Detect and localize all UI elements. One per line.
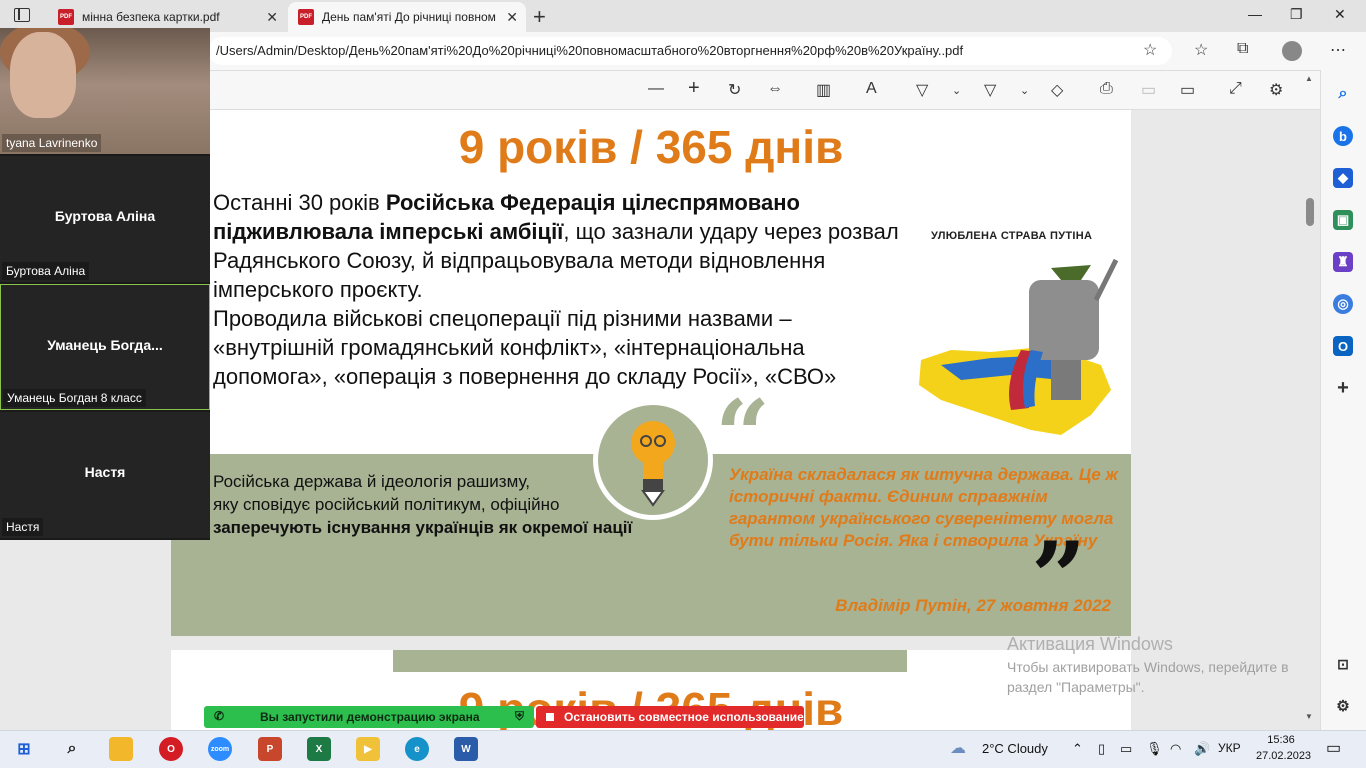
volume-icon[interactable]: 🔊 [1194,741,1210,757]
draw-icon[interactable]: ▽ [916,80,928,100]
close-icon[interactable]: ✕ [506,9,518,26]
meat-grinder-illustration [919,258,1119,435]
taskbar-clock[interactable]: 15:36 27.02.2023 [1256,732,1311,764]
battery-icon[interactable]: ▭ [1120,741,1132,757]
tab-actions-icon[interactable] [14,8,30,22]
save-as-icon[interactable]: ▭ [1180,80,1195,100]
language-indicator[interactable]: УКР [1218,741,1241,755]
close-window-icon[interactable]: ✕ [1334,6,1346,23]
share-status-banner[interactable]: ✆ Вы запустили демонстрацию экрана ⛨ [204,706,534,728]
shield-icon: ⛨ [514,709,524,723]
self-video-tile[interactable]: tyana Lavrinenko [0,28,210,154]
ideology-paragraph: Російська держава й ідеологія рашизму, я… [213,472,633,537]
bing-icon[interactable]: b [1333,126,1353,146]
pdf-icon: PDF [58,9,74,25]
weather-text[interactable]: 2°C Cloudy [982,741,1048,756]
participant-tile[interactable]: Буртова Аліна Буртова Аліна [0,156,210,282]
read-aloud-icon[interactable]: A [866,80,877,98]
chevron-down-icon[interactable]: ⌄ [1020,84,1029,97]
opera-icon[interactable]: O [159,737,183,761]
favorites-icon[interactable]: ☆ [1194,40,1208,60]
tab-memory-day[interactable]: PDF День пам'яті До річниці повном ✕ [288,2,526,32]
intro-paragraph: Останні 30 років Російська Федерація ціл… [213,190,899,389]
close-icon[interactable]: ✕ [266,9,278,26]
activation-watermark-title: Активация Windows [1007,634,1173,654]
stop-share-button[interactable]: Остановить совместное использование [536,706,804,728]
profile-avatar-icon[interactable] [1282,41,1302,61]
media-player-icon[interactable]: ▶ [356,737,380,761]
chevron-up-icon[interactable]: ⌃ [1072,741,1083,757]
favorite-add-icon[interactable]: ☆ [1143,40,1157,60]
games-icon[interactable]: ♜ [1333,252,1353,272]
scroll-thumb[interactable] [1306,198,1314,226]
tools-icon[interactable]: ▣ [1333,210,1353,230]
page-view-icon[interactable]: ▥ [816,80,831,100]
page-title: 9 років / 365 днів [458,121,844,173]
participant-tile-active[interactable]: Уманець Богда... Уманець Богдан 8 класс [0,284,210,410]
save-icon[interactable]: ▭ [1141,80,1156,100]
new-tab-button[interactable]: + [533,4,546,30]
operations-paragraph: Проводила військові спецоперації під різ… [213,306,837,389]
zoom-out-icon[interactable]: — [648,80,664,98]
fit-width-icon[interactable]: ⇔ [767,80,783,98]
address-bar[interactable]: /Users/Admin/Desktop/День%20пам'яті%20До… [208,37,1172,65]
eraser-icon[interactable]: ◇ [1051,80,1063,100]
powerpoint-icon[interactable]: P [258,737,282,761]
microphone-icon[interactable]: 🎙 [1146,741,1163,757]
scroll-up-icon[interactable]: ▲ [1305,74,1313,83]
activation-watermark-text: Чтобы активировать Windows, перейдите в … [1007,659,1289,695]
zoom-icon[interactable]: zoom [208,737,232,761]
quote-author: Владімір Путін, 27 жовтня 2022 [835,596,1111,615]
print-icon[interactable]: ⎙ [1100,80,1113,98]
collections-icon[interactable]: ⧉ [1237,40,1248,58]
fullscreen-icon[interactable]: ⤢ [1229,80,1242,98]
participant-tile[interactable]: Настя Настя [0,412,210,538]
page2-header-bar [393,650,907,672]
wifi-icon[interactable]: ◠ [1170,741,1181,757]
settings-gear-icon[interactable]: ⚙ [1269,80,1283,100]
cloud-icon: ☁ [950,740,966,757]
search-icon[interactable]: ⌕ [60,737,84,761]
highlight-icon[interactable]: ▽ [984,80,996,100]
add-sidebar-icon[interactable]: + [1333,377,1353,399]
phone-icon: ✆ [214,709,225,723]
maximize-icon[interactable]: ❐ [1290,6,1303,23]
scroll-down-icon[interactable]: ▼ [1305,712,1313,721]
shopping-tag-icon[interactable]: ◆ [1333,168,1353,188]
word-icon[interactable]: W [454,737,478,761]
pdf-page: 9 років / 365 днів Останні 30 років Росі… [171,110,1131,636]
zoom-gallery-panel[interactable]: tyana Lavrinenko Буртова Аліна Буртова А… [0,28,210,540]
chevron-down-icon[interactable]: ⌄ [952,84,961,97]
outlook-icon[interactable]: O [1333,336,1353,356]
minimize-icon[interactable]: — [1248,6,1262,22]
sidebar-hide-icon[interactable]: ⊡ [1333,654,1353,674]
notifications-icon[interactable]: ▭ [1326,738,1341,758]
pdf-icon: PDF [298,9,314,25]
zoom-in-icon[interactable]: + [688,77,700,100]
pdf-scrollbar[interactable]: ▲ ▼ [1303,70,1317,730]
search-icon[interactable]: ⌕ [1333,84,1353,104]
usb-icon[interactable]: ▯ [1098,741,1105,757]
more-menu-icon[interactable]: ⋯ [1330,40,1346,60]
windows-start-icon[interactable]: ⊞ [12,737,36,761]
excel-icon[interactable]: X [307,737,331,761]
rotate-icon[interactable]: ↻ [728,80,741,100]
edge-icon[interactable]: e [405,737,429,761]
office-icon[interactable]: ◎ [1333,294,1353,314]
file-explorer-icon[interactable] [109,737,133,761]
sidebar-settings-icon[interactable]: ⚙ [1333,696,1353,716]
